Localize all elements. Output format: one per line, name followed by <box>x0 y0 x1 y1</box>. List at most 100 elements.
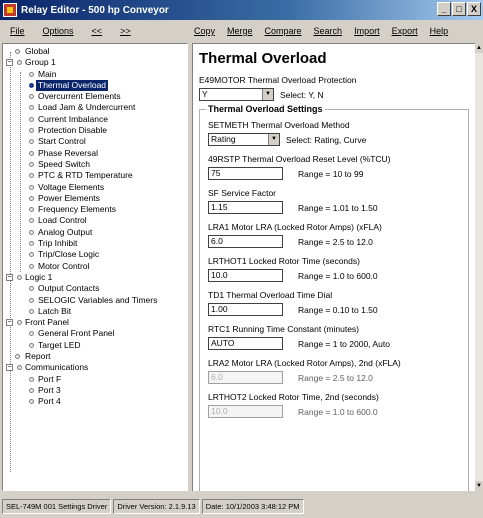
page-title: Thermal Overload <box>199 50 327 67</box>
sf-label: SF Service Factor <box>208 188 277 198</box>
menu-search[interactable]: Search <box>308 26 349 36</box>
rtc1-input[interactable]: AUTO <box>208 337 283 350</box>
thermal-overload-settings-group: Thermal Overload Settings SETMETH Therma… <box>199 104 469 491</box>
tree-item-current-imbalance[interactable]: Current Imbalance <box>3 114 187 125</box>
tree-item-analog-output[interactable]: Analog Output <box>3 227 187 238</box>
chevron-down-icon[interactable]: ▼ <box>268 134 279 145</box>
lra2-label: LRA2 Motor LRA (Locked Rotor Amps), 2nd … <box>208 358 401 368</box>
tree-item-overcurrent-elements[interactable]: Overcurrent Elements <box>3 91 187 102</box>
scroll-down-icon[interactable]: ▼ <box>475 481 483 491</box>
tree-item-label: Protection Disable <box>38 125 107 136</box>
tree-item-logic-1[interactable]: − Logic 1 <box>3 272 187 283</box>
tree-item-target-led[interactable]: Target LED <box>3 340 187 351</box>
e49motor-select[interactable]: Y ▼ <box>199 88 274 101</box>
tree-item-label: Port 3 <box>38 384 61 395</box>
tree-item-front-panel[interactable]: − Front Panel <box>3 317 187 328</box>
menu-file[interactable]: File <box>0 26 33 36</box>
tree-item-global[interactable]: Global <box>3 46 187 57</box>
tree-item-label: Phase Reversal <box>38 147 99 158</box>
tree-node-icon <box>29 82 34 88</box>
tree-item-group-1[interactable]: − Group 1 <box>3 57 187 68</box>
tree-item-load-jam[interactable]: Load Jam & Undercurrent <box>3 102 187 113</box>
lrthot2-label: LRTHOT2 Locked Rotor Time, 2nd (seconds) <box>208 392 379 402</box>
tree-node-icon <box>17 320 22 326</box>
collapse-icon[interactable]: − <box>6 319 13 327</box>
setmeth-row: Rating ▼ Select: Rating, Curve <box>208 133 460 146</box>
tree-item-selogic[interactable]: SELOGIC Variables and Timers <box>3 295 187 306</box>
menu-export[interactable]: Export <box>386 26 424 36</box>
tree-item-start-control[interactable]: Start Control <box>3 136 187 147</box>
collapse-icon[interactable]: − <box>6 59 13 67</box>
tree-node-icon <box>29 308 34 314</box>
tree-item-thermal-overload[interactable]: Thermal Overload <box>3 79 187 92</box>
tree-item-label: Target LED <box>38 339 81 350</box>
tree-item-ptc-rtd[interactable]: PTC & RTD Temperature <box>3 170 187 181</box>
tree-node-icon <box>29 139 34 145</box>
menu-next[interactable]: >> <box>110 26 139 36</box>
tree-node-icon <box>29 229 34 235</box>
tree-item-general-front-panel[interactable]: General Front Panel <box>3 328 187 339</box>
tree-item-port-f[interactable]: Port F <box>3 374 187 385</box>
setmeth-select[interactable]: Rating ▼ <box>208 133 280 146</box>
maximize-button[interactable]: □ <box>452 2 466 16</box>
scroll-up-icon[interactable]: ▲ <box>475 43 483 53</box>
tree-item-frequency-elements[interactable]: Frequency Elements <box>3 204 187 215</box>
tree-item-label: Thermal Overload <box>36 79 109 92</box>
tree-item-load-control[interactable]: Load Control <box>3 215 187 226</box>
tree-item-power-elements[interactable]: Power Elements <box>3 193 187 204</box>
49rstp-input[interactable]: 75 <box>208 167 283 180</box>
49rstp-label: 49RSTP Thermal Overload Reset Level (%TC… <box>208 154 391 164</box>
tree-item-trip-close-logic[interactable]: Trip/Close Logic <box>3 249 187 260</box>
settings-tree[interactable]: Global − Group 1 Main Thermal Overload O… <box>2 43 188 491</box>
lra1-input[interactable]: 6.0 <box>208 235 283 248</box>
lrthot1-input[interactable]: 10.0 <box>208 269 283 282</box>
tree-item-trip-inhibit[interactable]: Trip Inhibit <box>3 238 187 249</box>
tree-node-icon <box>29 71 34 77</box>
tree-item-port-3[interactable]: Port 3 <box>3 385 187 396</box>
rtc1-row: AUTO Range = 1 to 2000, Auto <box>208 337 460 350</box>
collapse-icon[interactable]: − <box>6 273 13 281</box>
tree-node-icon <box>29 128 34 134</box>
lrthot1-row: 10.0 Range = 1.0 to 600.0 <box>208 269 460 282</box>
tree-item-label: Latch Bit <box>38 305 72 316</box>
menu-compare[interactable]: Compare <box>259 26 308 36</box>
tree-node-icon <box>29 263 34 269</box>
tree-item-protection-disable[interactable]: Protection Disable <box>3 125 187 136</box>
tree-item-port-4[interactable]: Port 4 <box>3 396 187 407</box>
tree-item-latch-bit[interactable]: Latch Bit <box>3 306 187 317</box>
window-titlebar: Relay Editor - 500 hp Conveyor _ □ X <box>0 0 483 20</box>
minimize-button[interactable]: _ <box>437 2 451 16</box>
menu-previous[interactable]: << <box>82 26 111 36</box>
49rstp-range: Range = 10 to 99 <box>298 168 364 179</box>
menu-options[interactable]: Options <box>33 26 82 36</box>
sf-input[interactable]: 1.15 <box>208 201 283 214</box>
tree-item-report[interactable]: Report <box>3 351 187 362</box>
tree-item-voltage-elements[interactable]: Voltage Elements <box>3 182 187 193</box>
tree-node-icon <box>29 376 34 382</box>
status-date: Date: 10/1/2003 3:48:12 PM <box>201 498 304 514</box>
tree-item-communications[interactable]: − Communications <box>3 362 187 373</box>
tree-item-label: Current Imbalance <box>38 113 108 124</box>
menu-help[interactable]: Help <box>424 26 455 36</box>
menu-import[interactable]: Import <box>348 26 386 36</box>
close-button[interactable]: X <box>467 2 481 16</box>
menu-merge[interactable]: Merge <box>221 26 259 36</box>
menu-copy[interactable]: Copy <box>188 26 221 36</box>
tree-node-icon <box>29 195 34 201</box>
collapse-icon[interactable]: − <box>6 364 13 372</box>
e49motor-label: E49MOTOR Thermal Overload Protection <box>199 75 357 85</box>
tree-item-phase-reversal[interactable]: Phase Reversal <box>3 148 187 159</box>
td1-input[interactable]: 1.00 <box>208 303 283 316</box>
chevron-down-icon[interactable]: ▼ <box>262 89 273 100</box>
tree-node-icon <box>29 161 34 167</box>
vertical-scrollbar[interactable]: ▲ ▼ <box>475 43 483 491</box>
tree-item-output-contacts[interactable]: Output Contacts <box>3 283 187 294</box>
tree-item-motor-control[interactable]: Motor Control <box>3 261 187 272</box>
lra2-range: Range = 2.5 to 12.0 <box>298 372 373 383</box>
49rstp-row: 75 Range = 10 to 99 <box>208 167 460 180</box>
tree-item-main[interactable]: Main <box>3 69 187 80</box>
tree-item-label: Overcurrent Elements <box>38 91 121 102</box>
tree-item-speed-switch[interactable]: Speed Switch <box>3 159 187 170</box>
lra1-row: 6.0 Range = 2.5 to 12.0 <box>208 235 460 248</box>
window-title: Relay Editor - 500 hp Conveyor <box>21 4 169 16</box>
